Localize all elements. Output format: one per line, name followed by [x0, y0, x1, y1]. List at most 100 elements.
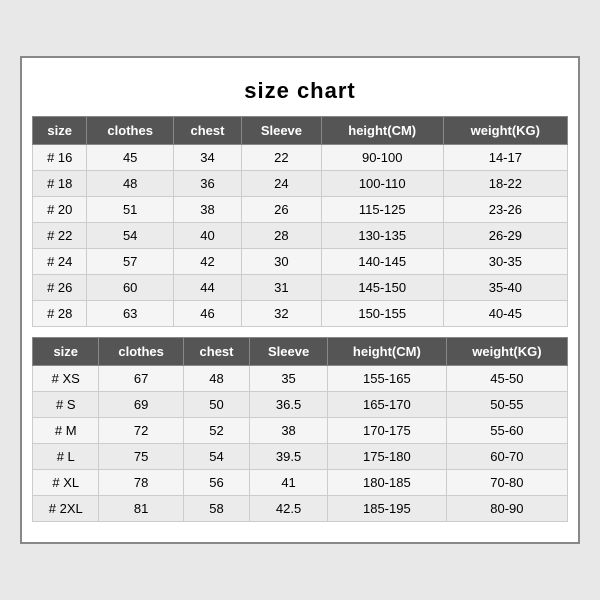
table-cell: 54: [183, 444, 249, 470]
table-cell: 45-50: [446, 366, 567, 392]
table2-body: # XS674835155-16545-50# S695036.5165-170…: [33, 366, 568, 522]
table-row: # XL785641180-18570-80: [33, 470, 568, 496]
table-cell: 140-145: [321, 249, 443, 275]
table-cell: 78: [99, 470, 183, 496]
table-row: # 26604431145-15035-40: [33, 275, 568, 301]
table1-header-row: sizeclotheschestSleeveheight(CM)weight(K…: [33, 117, 568, 145]
table-cell: 26-29: [443, 223, 567, 249]
table-row: # 18483624100-11018-22: [33, 171, 568, 197]
table-cell: 54: [87, 223, 173, 249]
table-cell: # 24: [33, 249, 87, 275]
table-row: # L755439.5175-18060-70: [33, 444, 568, 470]
table2-header-row: sizeclotheschestSleeveheight(CM)weight(K…: [33, 338, 568, 366]
table-cell: 51: [87, 197, 173, 223]
table-cell: 52: [183, 418, 249, 444]
table-cell: # 16: [33, 145, 87, 171]
table-cell: 28: [242, 223, 322, 249]
table1-header: sizeclotheschestSleeveheight(CM)weight(K…: [33, 117, 568, 145]
table-cell: 30: [242, 249, 322, 275]
table-cell: 42.5: [250, 496, 328, 522]
table-cell: 63: [87, 301, 173, 327]
table-cell: # XS: [33, 366, 99, 392]
size-table-1: sizeclotheschestSleeveheight(CM)weight(K…: [32, 116, 568, 327]
table-row: # 1645342290-10014-17: [33, 145, 568, 171]
table-cell: # L: [33, 444, 99, 470]
table1-col-header: clothes: [87, 117, 173, 145]
table-cell: 48: [87, 171, 173, 197]
table-cell: 80-90: [446, 496, 567, 522]
table2-col-header: chest: [183, 338, 249, 366]
table-row: # 28634632150-15540-45: [33, 301, 568, 327]
table-row: # S695036.5165-17050-55: [33, 392, 568, 418]
table-cell: 34: [173, 145, 241, 171]
size-chart-container: size chart sizeclotheschestSleeveheight(…: [20, 56, 580, 544]
table1-col-header: chest: [173, 117, 241, 145]
table-cell: 41: [250, 470, 328, 496]
table1-col-header: Sleeve: [242, 117, 322, 145]
table-cell: 60: [87, 275, 173, 301]
table-cell: # XL: [33, 470, 99, 496]
table-cell: 72: [99, 418, 183, 444]
table-cell: 36.5: [250, 392, 328, 418]
table-cell: # S: [33, 392, 99, 418]
table2-col-header: height(CM): [327, 338, 446, 366]
table-cell: 40-45: [443, 301, 567, 327]
table-row: # M725238170-17555-60: [33, 418, 568, 444]
table-cell: 145-150: [321, 275, 443, 301]
table-cell: # M: [33, 418, 99, 444]
table-cell: 56: [183, 470, 249, 496]
table2-col-header: weight(KG): [446, 338, 567, 366]
table-row: # XS674835155-16545-50: [33, 366, 568, 392]
table-cell: 55-60: [446, 418, 567, 444]
table-cell: 38: [250, 418, 328, 444]
table-cell: 130-135: [321, 223, 443, 249]
table-cell: 115-125: [321, 197, 443, 223]
table-cell: 46: [173, 301, 241, 327]
table-cell: 24: [242, 171, 322, 197]
table-cell: 165-170: [327, 392, 446, 418]
table-cell: 44: [173, 275, 241, 301]
table-cell: 18-22: [443, 171, 567, 197]
table-cell: 40: [173, 223, 241, 249]
table-cell: 31: [242, 275, 322, 301]
table1-col-header: weight(KG): [443, 117, 567, 145]
table-cell: 100-110: [321, 171, 443, 197]
table-cell: 170-175: [327, 418, 446, 444]
table-cell: 175-180: [327, 444, 446, 470]
table-cell: 45: [87, 145, 173, 171]
table1-col-header: size: [33, 117, 87, 145]
table-cell: 30-35: [443, 249, 567, 275]
table-cell: 75: [99, 444, 183, 470]
table-cell: 22: [242, 145, 322, 171]
table2-col-header: size: [33, 338, 99, 366]
table-cell: 26: [242, 197, 322, 223]
table-cell: # 20: [33, 197, 87, 223]
table-cell: # 22: [33, 223, 87, 249]
table-row: # 22544028130-13526-29: [33, 223, 568, 249]
table-cell: 155-165: [327, 366, 446, 392]
table-cell: 69: [99, 392, 183, 418]
table-row: # 24574230140-14530-35: [33, 249, 568, 275]
table-cell: 57: [87, 249, 173, 275]
table-cell: 36: [173, 171, 241, 197]
table-cell: 60-70: [446, 444, 567, 470]
table-cell: 39.5: [250, 444, 328, 470]
table-cell: 67: [99, 366, 183, 392]
table-cell: # 26: [33, 275, 87, 301]
table-cell: # 28: [33, 301, 87, 327]
chart-title: size chart: [32, 68, 568, 116]
table-cell: 48: [183, 366, 249, 392]
table-cell: 180-185: [327, 470, 446, 496]
table-cell: 14-17: [443, 145, 567, 171]
table2-header: sizeclotheschestSleeveheight(CM)weight(K…: [33, 338, 568, 366]
table2-col-header: clothes: [99, 338, 183, 366]
table-cell: 32: [242, 301, 322, 327]
table1-body: # 1645342290-10014-17# 18483624100-11018…: [33, 145, 568, 327]
table-cell: 35: [250, 366, 328, 392]
table2-col-header: Sleeve: [250, 338, 328, 366]
table-cell: 90-100: [321, 145, 443, 171]
table-cell: 70-80: [446, 470, 567, 496]
table-cell: 185-195: [327, 496, 446, 522]
table-cell: 23-26: [443, 197, 567, 223]
table-cell: 42: [173, 249, 241, 275]
